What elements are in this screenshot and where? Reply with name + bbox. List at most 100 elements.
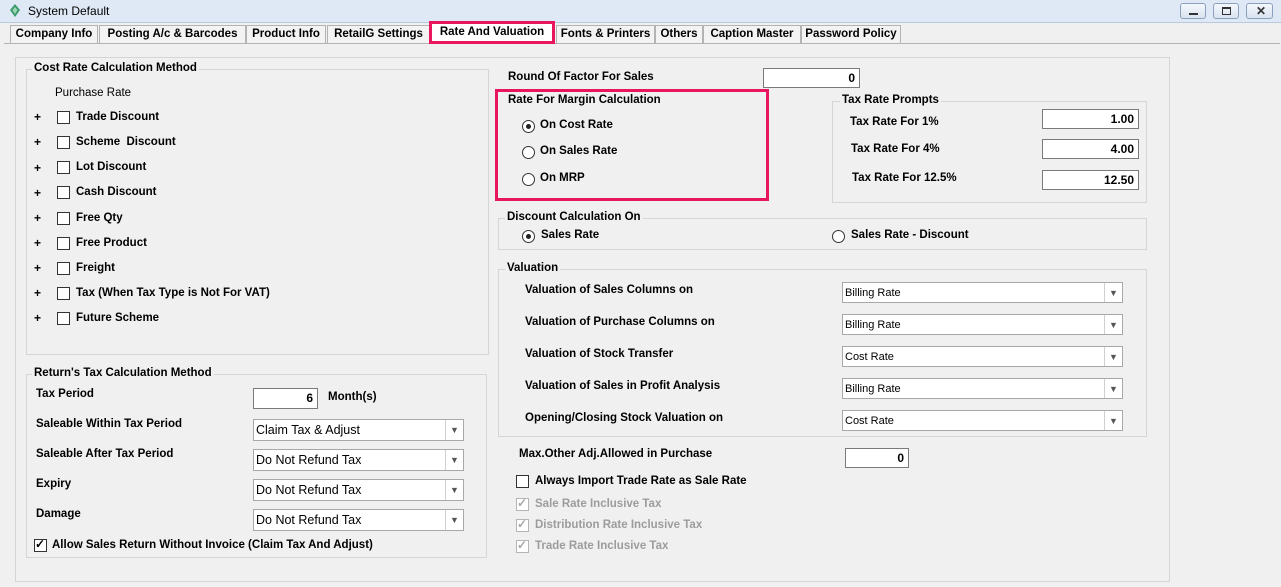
import-trade-checkbox[interactable] — [516, 475, 529, 488]
saleable-after-value: Do Not Refund Tax — [256, 453, 362, 467]
on-cost-rate-radio[interactable] — [522, 120, 535, 133]
freight-checkbox[interactable] — [57, 262, 70, 275]
damage-select[interactable]: Do Not Refund Tax ▼ — [253, 509, 464, 531]
tax-label: Tax (When Tax Type is Not For VAT) — [76, 287, 270, 299]
valuation-opening-label: Opening/Closing Stock Valuation on — [525, 412, 724, 424]
on-sales-rate-radio[interactable] — [522, 146, 535, 159]
purchase-rate-label: Purchase Rate — [55, 87, 132, 99]
free-product-checkbox[interactable] — [57, 237, 70, 250]
future-scheme-checkbox[interactable] — [57, 312, 70, 325]
trade-discount-checkbox[interactable] — [57, 111, 70, 124]
trade-rate-inclusive-checkbox[interactable] — [516, 538, 529, 553]
title-bar — [0, 0, 1281, 23]
tab-product-info[interactable]: Product Info — [246, 25, 326, 43]
free-product-label: Free Product — [76, 237, 147, 249]
valuation-profit-select[interactable]: Billing Rate ▼ — [842, 378, 1123, 399]
distribution-rate-inclusive-label: Distribution Rate Inclusive Tax — [535, 519, 703, 531]
minimize-icon — [1189, 13, 1198, 15]
tax-rate-1-label: Tax Rate For 1% — [850, 116, 939, 128]
allow-return-label: Allow Sales Return Without Invoice (Clai… — [52, 539, 373, 551]
valuation-profit-label: Valuation of Sales in Profit Analysis — [525, 380, 721, 392]
tab-fonts-printers[interactable]: Fonts & Printers — [556, 25, 655, 43]
sale-rate-inclusive-checkbox[interactable] — [516, 496, 529, 511]
expand-icon[interactable]: + — [34, 311, 41, 325]
restore-button[interactable] — [1213, 3, 1239, 19]
valuation-stock-transfer-value: Cost Rate — [845, 351, 894, 363]
expand-icon[interactable]: + — [34, 161, 41, 175]
expiry-select[interactable]: Do Not Refund Tax ▼ — [253, 479, 464, 501]
damage-label: Damage — [36, 508, 81, 520]
tax-rate-4-input[interactable]: 4.00 — [1042, 139, 1139, 159]
expand-icon[interactable]: + — [34, 261, 41, 275]
minimize-button[interactable] — [1180, 3, 1206, 19]
valuation-stock-transfer-select[interactable]: Cost Rate ▼ — [842, 346, 1123, 367]
valuation-sales-value: Billing Rate — [845, 287, 901, 299]
expand-icon[interactable]: + — [34, 211, 41, 225]
saleable-after-select[interactable]: Do Not Refund Tax ▼ — [253, 449, 464, 471]
expand-icon[interactable]: + — [34, 186, 41, 200]
saleable-within-label: Saleable Within Tax Period — [36, 418, 183, 430]
cash-discount-checkbox[interactable] — [57, 186, 70, 199]
round-factor-input[interactable]: 0 — [763, 68, 860, 88]
valuation-stock-transfer-label: Valuation of Stock Transfer — [525, 348, 674, 360]
scheme-discount-label: Scheme Discount — [76, 136, 176, 148]
valuation-sales-label: Valuation of Sales Columns on — [525, 284, 694, 296]
expiry-value: Do Not Refund Tax — [256, 483, 362, 497]
round-factor-label: Round Of Factor For Sales — [508, 71, 654, 83]
tab-caption-master[interactable]: Caption Master — [703, 25, 801, 43]
import-trade-label: Always Import Trade Rate as Sale Rate — [535, 475, 747, 487]
max-adj-label: Max.Other Adj.Allowed in Purchase — [519, 448, 713, 460]
on-cost-rate-label: On Cost Rate — [540, 119, 613, 131]
tax-rate-12-5-input[interactable]: 12.50 — [1042, 170, 1139, 190]
max-adj-input[interactable]: 0 — [845, 448, 909, 468]
expand-icon[interactable]: + — [34, 236, 41, 250]
tab-others[interactable]: Others — [655, 25, 703, 43]
expand-icon[interactable]: + — [34, 135, 41, 149]
tab-retailg-settings[interactable]: RetailG Settings — [327, 25, 430, 43]
returns-title: Return's Tax Calculation Method — [32, 367, 214, 379]
future-scheme-label: Future Scheme — [76, 312, 160, 324]
chevron-down-icon: ▼ — [1104, 347, 1122, 366]
saleable-within-select[interactable]: Claim Tax & Adjust ▼ — [253, 419, 464, 441]
cost-rate-title: Cost Rate Calculation Method — [32, 62, 199, 74]
valuation-purchase-select[interactable]: Billing Rate ▼ — [842, 314, 1123, 335]
chevron-down-icon: ▼ — [445, 480, 463, 500]
expiry-label: Expiry — [36, 478, 72, 490]
expand-icon[interactable]: + — [34, 286, 41, 300]
saleable-within-value: Claim Tax & Adjust — [256, 423, 360, 437]
app-icon — [10, 4, 20, 17]
tab-password-policy[interactable]: Password Policy — [801, 25, 901, 43]
distribution-rate-inclusive-checkbox[interactable] — [516, 517, 529, 532]
lot-discount-checkbox[interactable] — [57, 161, 70, 174]
valuation-opening-select[interactable]: Cost Rate ▼ — [842, 410, 1123, 431]
tax-rate-1-input[interactable]: 1.00 — [1042, 109, 1139, 129]
free-qty-label: Free Qty — [76, 212, 123, 224]
on-mrp-label: On MRP — [540, 172, 585, 184]
expand-icon[interactable]: + — [34, 110, 41, 124]
trade-discount-label: Trade Discount — [76, 111, 160, 123]
scheme-discount-checkbox[interactable] — [57, 136, 70, 149]
tax-period-input[interactable]: 6 — [253, 388, 318, 409]
cash-discount-label: Cash Discount — [76, 186, 157, 198]
close-button[interactable]: ✕ — [1246, 3, 1273, 19]
sales-rate-discount-label: Sales Rate - Discount — [851, 229, 969, 241]
free-qty-checkbox[interactable] — [57, 212, 70, 225]
tab-posting[interactable]: Posting A/c & Barcodes — [99, 25, 246, 43]
tab-company-info[interactable]: Company Info — [10, 25, 98, 43]
discount-title: Discount Calculation On — [505, 211, 643, 223]
on-mrp-radio[interactable] — [522, 173, 535, 186]
chevron-down-icon: ▼ — [445, 510, 463, 530]
lot-discount-label: Lot Discount — [76, 161, 147, 173]
valuation-sales-select[interactable]: Billing Rate ▼ — [842, 282, 1123, 303]
tab-rate-and-valuation[interactable]: Rate And Valuation — [429, 21, 555, 44]
saleable-after-label: Saleable After Tax Period — [36, 448, 174, 460]
trade-rate-inclusive-label: Trade Rate Inclusive Tax — [535, 540, 669, 552]
restore-icon — [1222, 7, 1231, 15]
tax-checkbox[interactable] — [57, 287, 70, 300]
tax-rate-4-label: Tax Rate For 4% — [851, 143, 940, 155]
sales-rate-discount-radio[interactable] — [832, 230, 845, 243]
sales-rate-radio[interactable] — [522, 230, 535, 243]
valuation-purchase-value: Billing Rate — [845, 319, 901, 331]
window-title: System Default — [28, 4, 110, 18]
allow-return-checkbox[interactable] — [34, 537, 47, 552]
